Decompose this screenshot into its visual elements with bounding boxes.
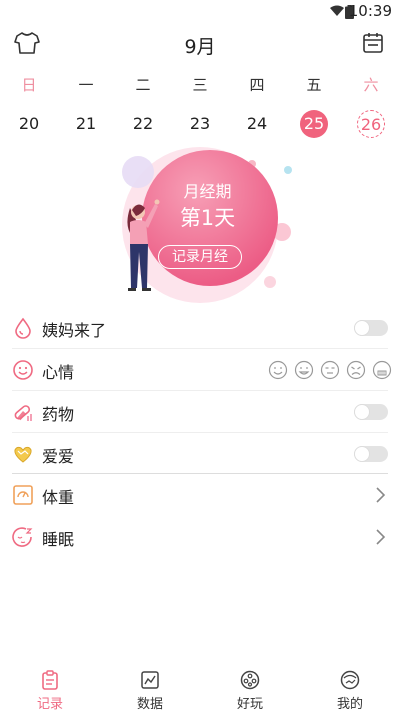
- tab-label: 好玩: [236, 697, 263, 712]
- date-cell[interactable]: 23: [186, 110, 214, 138]
- drop-icon: [15, 317, 31, 339]
- status-bar: 10:39: [0, 0, 400, 24]
- tab-record[interactable]: 记录: [0, 670, 100, 712]
- list-item-label: 睡眠: [42, 530, 75, 549]
- tab-label: 数据: [136, 697, 163, 712]
- mood-angry-icon[interactable]: [372, 360, 392, 380]
- weekday-wed: 三: [192, 76, 208, 94]
- list-item-mood: 心情: [0, 349, 400, 391]
- tab-label: 记录: [36, 697, 63, 712]
- list-item-label: 姨妈来了: [42, 321, 107, 340]
- clipboard-icon: [42, 670, 58, 690]
- header: 9月: [0, 28, 400, 60]
- mood-neutral-icon[interactable]: [320, 360, 340, 380]
- month-title: 9月: [184, 36, 216, 58]
- date-cell-selected[interactable]: 25: [300, 110, 328, 138]
- weekday-thu: 四: [249, 76, 265, 94]
- film-reel-icon: [240, 670, 260, 690]
- list-item-label: 药物: [42, 405, 75, 424]
- list-item-label: 爱爱: [42, 447, 75, 466]
- hero-phase-title: 月经期: [183, 182, 232, 201]
- calendar-icon[interactable]: [361, 31, 385, 55]
- bottom-tab-bar: 记录 数据 好玩 我的: [0, 664, 400, 712]
- list-item-sleep[interactable]: 睡眠: [0, 516, 400, 558]
- pill-icon: [14, 405, 32, 421]
- weekday-row: 日 一 二 三 四 五 六: [0, 74, 400, 96]
- weekday-sat: 六: [363, 76, 379, 94]
- tab-fun[interactable]: 好玩: [200, 670, 300, 712]
- list-item-weight[interactable]: 体重: [0, 474, 400, 516]
- date-cell[interactable]: 20: [15, 110, 43, 138]
- heart-icon: [14, 446, 32, 463]
- list-item-medicine: 药物: [0, 391, 400, 433]
- smile-icon: [13, 360, 33, 380]
- list-item-love: 爱爱: [0, 433, 400, 475]
- period-toggle[interactable]: [354, 320, 388, 336]
- weekday-sun: 日: [21, 76, 37, 94]
- list-item-period: 姨妈来了: [0, 307, 400, 349]
- chart-icon: [141, 671, 159, 689]
- wifi-icon: [330, 5, 344, 16]
- date-cell[interactable]: 21: [72, 110, 100, 138]
- scale-icon: [13, 485, 33, 505]
- record-period-button[interactable]: 记录月经: [158, 245, 242, 269]
- weekday-mon: 一: [78, 76, 94, 94]
- mood-sad-icon[interactable]: [346, 360, 366, 380]
- mood-happy-icon[interactable]: [268, 360, 288, 380]
- love-toggle[interactable]: [354, 446, 388, 462]
- date-cell[interactable]: 24: [243, 110, 271, 138]
- weekday-tue: 二: [135, 76, 151, 94]
- tab-data[interactable]: 数据: [100, 670, 200, 712]
- tab-mine[interactable]: 我的: [300, 670, 400, 712]
- chevron-right-icon: [376, 529, 386, 545]
- medicine-toggle[interactable]: [354, 404, 388, 420]
- tab-label: 我的: [336, 697, 363, 712]
- date-row: 20 21 22 23 24 25 26: [0, 110, 400, 138]
- hero-day-count: 第1天: [179, 206, 236, 230]
- weekday-fri: 五: [306, 76, 322, 94]
- list-item-label: 心情: [42, 363, 75, 382]
- sleep-face-icon: [12, 527, 33, 547]
- date-cell-predicted[interactable]: 26: [357, 110, 385, 138]
- mood-smile-icon[interactable]: [294, 360, 314, 380]
- list-item-label: 体重: [42, 488, 75, 507]
- status-time: 10:39: [348, 2, 392, 20]
- profile-icon: [340, 670, 360, 690]
- date-cell[interactable]: 22: [129, 110, 157, 138]
- chevron-right-icon: [376, 487, 386, 503]
